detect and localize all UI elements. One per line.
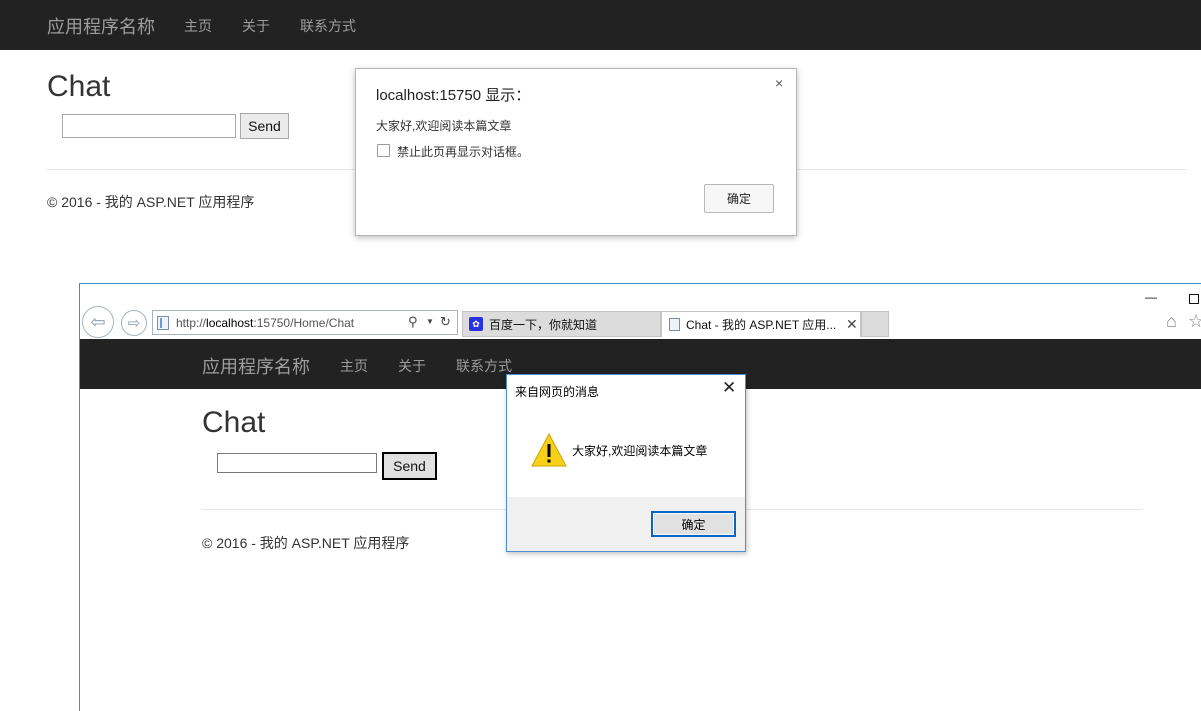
suppress-dialogs-checkbox[interactable] [377, 144, 390, 157]
refresh-icon[interactable]: ↻ [440, 314, 451, 330]
dialog-message: 大家好,欢迎阅读本篇文章 [376, 119, 512, 133]
address-url[interactable]: http://localhost:15750/Home/Chat [176, 316, 354, 330]
chevron-down-icon[interactable]: ▼ [426, 317, 434, 326]
close-tab-icon[interactable]: ✕ [846, 316, 858, 333]
home-icon[interactable]: ⌂ [1166, 311, 1177, 332]
forward-arrow-icon: ⇨ [127, 315, 141, 332]
close-icon[interactable]: ✕ [722, 378, 736, 398]
nav-link-contact[interactable]: 联系方式 [300, 16, 356, 36]
url-path: :15750/Home/Chat [253, 316, 355, 330]
url-host: localhost [206, 316, 254, 330]
nav-link-about[interactable]: 关于 [398, 356, 426, 376]
dialog-footer: 确定 [507, 497, 745, 551]
search-icon[interactable]: ⚲ [408, 314, 418, 330]
close-icon[interactable]: × [775, 75, 783, 91]
back-arrow-icon: ⇦ [90, 311, 106, 332]
nav-link-contact[interactable]: 联系方式 [456, 356, 512, 376]
page-title: Chat [202, 406, 266, 439]
page-icon [157, 316, 169, 330]
minimize-icon[interactable]: — [1145, 290, 1157, 304]
page-title: Chat [47, 70, 111, 103]
tab-label: Chat - 我的 ASP.NET 应用... [686, 318, 837, 332]
footer-text: © 2016 - 我的 ASP.NET 应用程序 [47, 194, 255, 210]
brand-link[interactable]: 应用程序名称 [47, 13, 155, 39]
tab-chat[interactable]: Chat - 我的 ASP.NET 应用... ✕ [661, 311, 861, 337]
nav-link-about[interactable]: 关于 [242, 16, 270, 36]
ok-button[interactable]: 确定 [651, 511, 736, 537]
brand-link[interactable]: 应用程序名称 [202, 353, 310, 379]
ie-alert-dialog: 来自网页的消息 ✕ 大家好,欢迎阅读本篇文章 确定 [506, 374, 746, 552]
message-input[interactable] [217, 453, 377, 473]
ok-button[interactable]: 确定 [704, 184, 774, 213]
top-navbar: 应用程序名称 主页 关于 联系方式 [0, 0, 1201, 50]
ie-browser-window: — ⇦ ⇨ http://localhost:15750/Home/Chat ⚲… [79, 283, 1201, 711]
dialog-title: localhost:15750 显示： [376, 87, 531, 104]
nav-link-home[interactable]: 主页 [184, 16, 212, 36]
tab-label: 百度一下，你就知道 [489, 317, 598, 332]
baidu-icon: ✿ [469, 317, 483, 331]
message-input[interactable] [62, 114, 236, 138]
warning-icon [531, 433, 567, 467]
dialog-title: 来自网页的消息 [515, 385, 600, 399]
suppress-dialogs-label[interactable]: 禁止此页再显示对话框。 [397, 143, 529, 160]
nav-link-home[interactable]: 主页 [340, 356, 368, 376]
back-button[interactable]: ⇦ [82, 306, 114, 338]
maximize-icon[interactable] [1189, 294, 1199, 304]
forward-button[interactable]: ⇨ [121, 310, 147, 336]
favorites-star-icon[interactable]: ☆ [1188, 311, 1201, 332]
tab-baidu[interactable]: ✿ 百度一下，你就知道 [462, 311, 661, 337]
new-tab-button[interactable] [861, 311, 889, 337]
page-icon [669, 318, 680, 331]
footer-text: © 2016 - 我的 ASP.NET 应用程序 [202, 535, 410, 551]
url-prefix: http:// [176, 316, 207, 330]
send-button[interactable]: Send [240, 113, 289, 139]
send-button[interactable]: Send [382, 452, 437, 480]
chrome-alert-dialog: localhost:15750 显示： × 大家好,欢迎阅读本篇文章 禁止此页再… [355, 68, 797, 236]
address-bar[interactable]: http://localhost:15750/Home/Chat ⚲ ▼ ↻ [152, 310, 458, 335]
dialog-message: 大家好,欢迎阅读本篇文章 [572, 444, 708, 458]
